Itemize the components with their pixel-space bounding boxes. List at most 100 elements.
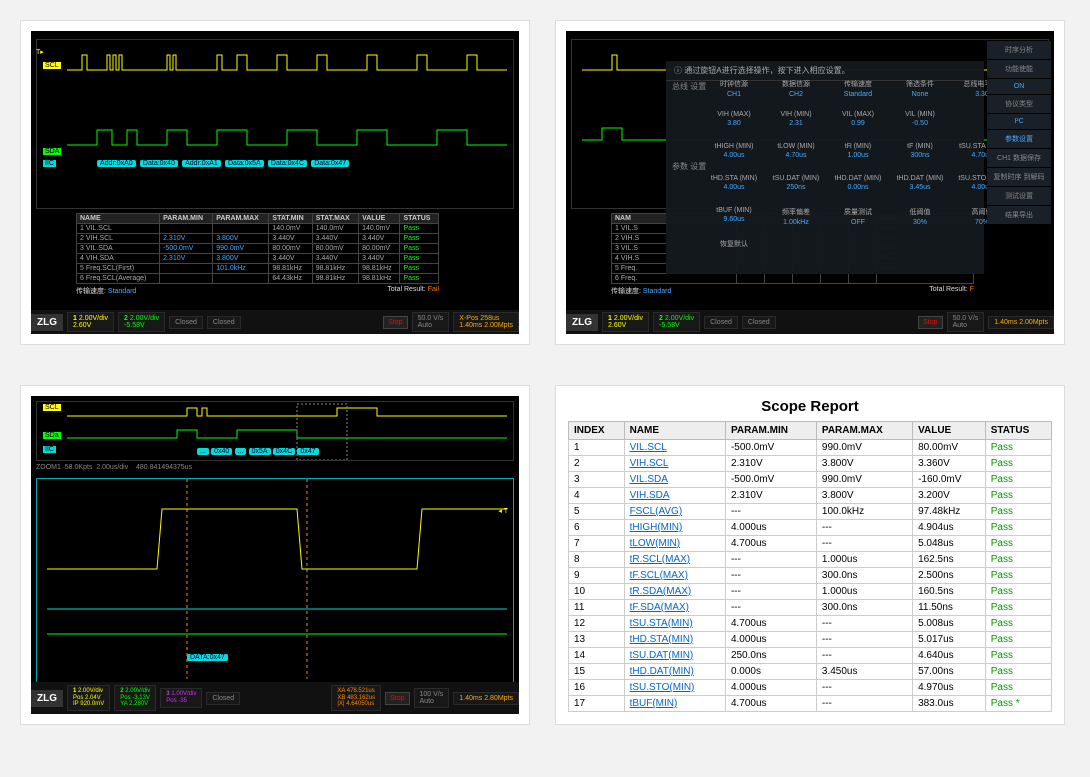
bottom-bar: ZLG 1 2.00V/div2.60V 2 2.00V/div-5.58V C…: [566, 310, 1054, 334]
param-link[interactable]: VIL.SDA: [630, 474, 668, 485]
ch1-scale[interactable]: 1 2.00V/div2.60V: [67, 312, 114, 332]
stop-button[interactable]: Stop: [383, 316, 407, 329]
setting-cell[interactable]: tHIGH (MIN)4.00us: [704, 143, 764, 159]
report-row: 9tF.SCL(MAX)---300.0ns2.500nsPass: [569, 568, 1052, 584]
side-tab[interactable]: CH1 数据保存: [987, 149, 1051, 168]
param-link[interactable]: tHD.STA(MIN): [630, 634, 694, 645]
speed-label: 传输速度:: [76, 288, 106, 295]
param-link[interactable]: VIL.SCL: [630, 442, 667, 453]
ch3-closed[interactable]: Closed: [169, 316, 203, 329]
side-tab[interactable]: 参数设置: [987, 130, 1051, 149]
setting-cell[interactable]: 低阈值30%: [890, 207, 950, 226]
pill: Addr:0xA1: [182, 160, 221, 167]
side-tab[interactable]: 功能使能: [987, 60, 1051, 79]
setting-cell[interactable]: tBUF (MIN)9.60us: [704, 207, 764, 223]
report-row: 16tSU.STO(MIN)4.000us---4.970usPass: [569, 680, 1052, 696]
param-section-label: 参数 设置: [672, 161, 706, 172]
side-tab[interactable]: 测试设置: [987, 187, 1051, 206]
setting-cell[interactable]: 质量测试OFF: [828, 207, 888, 226]
report-title: Scope Report: [568, 398, 1052, 415]
setting-cell[interactable]: 筛选条件None: [890, 79, 950, 98]
setting-cell[interactable]: 时钟信源CH1: [704, 79, 764, 98]
ch4-closed[interactable]: Closed: [206, 692, 240, 705]
ch2-block[interactable]: 2 2.00V/divPos -3.13VYA 2.280V: [114, 685, 156, 711]
scope-panel-1: T▸ SCL SDA IIC Addr:0xA0 Data:0x40 Addr:…: [20, 20, 530, 345]
speed-value: Standard: [108, 288, 136, 295]
param-link[interactable]: VIH.SCL: [630, 458, 669, 469]
time-readout: X-Pos 258us1.40ms 2.00Mpts: [453, 312, 519, 332]
param-link[interactable]: tF.SCL(MAX): [630, 570, 688, 581]
settings-overlay: ⓘ 通过旋钮A进行选择操作，按下进入相应设置。 总线 设置 参数 设置 时钟信源…: [666, 61, 984, 274]
waveform-svg: [37, 40, 513, 208]
ch4-closed[interactable]: Closed: [207, 316, 241, 329]
bottom-bar: ZLG 1 2.00V/div2.60V 2 2.00V/div-5.58V C…: [31, 310, 519, 334]
report-row: 3VIL.SDA-500.0mV990.0mV-160.0mVPass: [569, 472, 1052, 488]
setting-cell[interactable]: VIH (MAX)3.80: [704, 111, 764, 127]
right-tabs: 时序分析功能使能ON协议类型I²C参数设置CH1 数据保存复制时序 到解码测试设…: [987, 41, 1051, 225]
setting-cell[interactable]: VIL (MAX)0.99: [828, 111, 888, 127]
side-tab[interactable]: 协议类型: [987, 95, 1051, 114]
report-row: 2VIH.SCL2.310V3.800V3.360VPass: [569, 456, 1052, 472]
side-tab[interactable]: 结果导出: [987, 206, 1051, 225]
pill: Addr:0xA0: [97, 160, 136, 167]
ch1-scale[interactable]: 1 2.00V/div2.60V: [602, 312, 649, 332]
setting-cell[interactable]: tLOW (MIN)4.70us: [766, 143, 826, 159]
param-link[interactable]: tR.SCL(MAX): [630, 554, 691, 565]
side-tab[interactable]: I²C: [987, 114, 1051, 130]
param-link[interactable]: tSU.STA(MIN): [630, 618, 693, 629]
ch3-block[interactable]: 3 1.00V/divPos -35: [160, 688, 202, 707]
setting-cell[interactable]: tHD.DAT (MIN)0.00ns: [828, 175, 888, 191]
ch2-scale[interactable]: 2 2.00V/div-5.58V: [653, 312, 700, 332]
setting-cell[interactable]: 传输速度Standard: [828, 79, 888, 98]
stop-button[interactable]: Stop: [918, 316, 942, 329]
scope-screen-1: T▸ SCL SDA IIC Addr:0xA0 Data:0x40 Addr:…: [31, 31, 519, 334]
stop-button[interactable]: Stop: [385, 692, 409, 705]
param-link[interactable]: tSU.DAT(MIN): [630, 650, 694, 661]
side-tab[interactable]: ON: [987, 79, 1051, 95]
pill: Data:0x5A: [225, 160, 264, 167]
setting-cell[interactable]: 数据信源CH2: [766, 79, 826, 98]
param-link[interactable]: tSU.STO(MIN): [630, 682, 695, 693]
setting-cell[interactable]: 频率偏差1.00kHz: [766, 207, 826, 226]
side-tab[interactable]: 复制时序 到解码: [987, 168, 1051, 187]
report-row: 4VIH.SDA2.310V3.800V3.200VPass: [569, 488, 1052, 504]
setting-cell[interactable]: tHD.STA (MIN)4.00us: [704, 175, 764, 191]
param-link[interactable]: tHD.DAT(MIN): [630, 666, 694, 677]
setting-cell[interactable]: tSU.DAT (MIN)250ns: [766, 175, 826, 191]
bottom-bar: ZLG 1 2.00V/divPos 2.04VIP 920.0mV 2 2.0…: [31, 682, 519, 714]
report-row: 17tBUF(MIN)4.700us---383.0usPass *: [569, 696, 1052, 712]
report-row: 1VIL.SCL-500.0mV990.0mV80.00mVPass: [569, 440, 1052, 456]
rate-readout: 50.0 V/sAuto: [947, 312, 985, 332]
report-table: INDEXNAMEPARAM.MINPARAM.MAXVALUESTATUS1V…: [568, 421, 1052, 712]
param-link[interactable]: VIH.SDA: [630, 490, 670, 501]
param-link[interactable]: FSCL(AVG): [630, 506, 683, 517]
zlg-logo: ZLG: [566, 314, 598, 331]
pill: Data:0x4C: [268, 160, 307, 167]
report-row: 13tHD.STA(MIN)4.000us---5.017usPass: [569, 632, 1052, 648]
side-tab[interactable]: 时序分析: [987, 41, 1051, 60]
setting-cell[interactable]: VIL (MIN)-0.50: [890, 111, 950, 127]
ch4-closed[interactable]: Closed: [742, 316, 776, 329]
report-row: 10tR.SDA(MAX)---1.000us160.5nsPass: [569, 584, 1052, 600]
report-row: 12tSU.STA(MIN)4.700us---5.008usPass: [569, 616, 1052, 632]
param-link[interactable]: tF.SDA(MAX): [630, 602, 689, 613]
report-row: 11tF.SDA(MAX)---300.0ns11.50nsPass: [569, 600, 1052, 616]
setting-cell[interactable]: 恢复默认: [704, 239, 764, 251]
zoom-info: ZOOM1 58.0Kpts 2.00us/div 480.841494375u…: [36, 464, 514, 471]
param-link[interactable]: tLOW(MIN): [630, 538, 681, 549]
scope-screen-3: SCL SDa IIC ... 0x40 ... 0x5A 0x4C 0x47 …: [31, 396, 519, 714]
setting-cell[interactable]: tF (MIN)300ns: [890, 143, 950, 159]
param-link[interactable]: tR.SDA(MAX): [630, 586, 692, 597]
setting-cell[interactable]: tR (MIN)1.00us: [828, 143, 888, 159]
ch1-block[interactable]: 1 2.00V/divPos 2.04VIP 920.0mV: [67, 685, 110, 711]
ch3-closed[interactable]: Closed: [704, 316, 738, 329]
pill: Data:0x47: [311, 160, 349, 167]
setting-cell[interactable]: tHD.DAT (MIN)3.45us: [890, 175, 950, 191]
report-row: 15tHD.DAT(MIN)0.000s3.450us57.00nsPass: [569, 664, 1052, 680]
ch2-scale[interactable]: 2 2.00V/div-5.58V: [118, 312, 165, 332]
report-row: 7tLOW(MIN)4.700us---5.048usPass: [569, 536, 1052, 552]
param-link[interactable]: tBUF(MIN): [630, 698, 678, 709]
scope-panel-2: NAMSTAT1 VIL.SPass2 VIH.SPass3 VIL.SPass…: [555, 20, 1065, 345]
param-link[interactable]: tHIGH(MIN): [630, 522, 683, 533]
setting-cell[interactable]: VIH (MIN)2.31: [766, 111, 826, 127]
